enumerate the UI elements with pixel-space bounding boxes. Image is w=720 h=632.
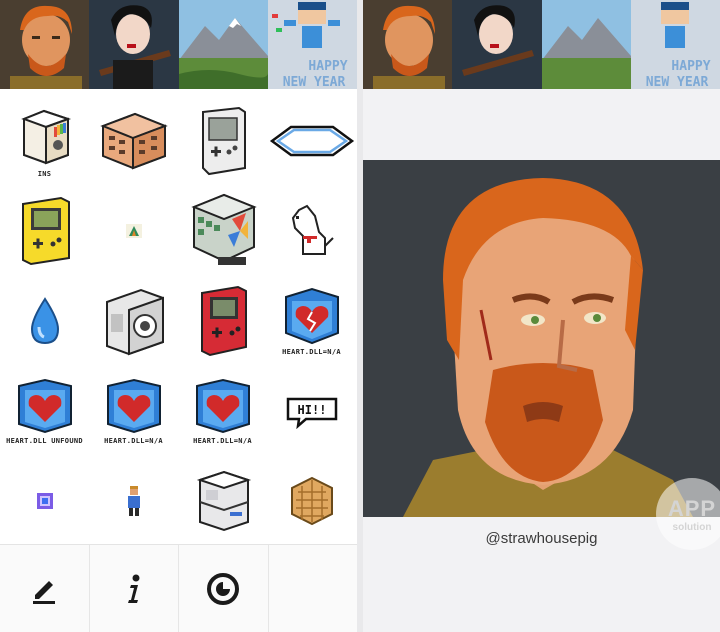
grid-item-yellow-gameboy[interactable]	[0, 186, 89, 276]
thumbnail-happy-new-year[interactable]: HAPPY NEW YEAR	[267, 0, 357, 89]
grid-item-tiny-person[interactable]	[89, 456, 178, 546]
grid-item-caption: HEART.DLL=N/A	[193, 436, 252, 445]
thumbnail-strip: HAPPY NEW YEAR	[363, 0, 720, 89]
thumbnail-redhead[interactable]	[363, 0, 453, 89]
heart-cube-cracked-icon	[284, 287, 339, 344]
white-gameboy-icon	[201, 106, 246, 176]
thumbnail-mountain[interactable]	[178, 0, 268, 89]
timer-icon	[207, 573, 240, 605]
grid-item-building[interactable]	[89, 96, 178, 186]
edit-button[interactable]	[0, 545, 90, 632]
detail-panel: HAPPY NEW YEAR @strawhousepig APP soluti…	[363, 0, 720, 632]
grid-item-tiny-logo[interactable]	[89, 186, 178, 276]
watermark-top: APP	[667, 495, 717, 521]
tiny-logo-icon	[125, 224, 142, 238]
grid-item-glass-building[interactable]	[178, 186, 267, 276]
purple-gem-icon	[36, 493, 53, 509]
grid-item-red-gameboy[interactable]	[178, 276, 267, 366]
glass-building-icon	[190, 193, 257, 265]
grid-item-camera[interactable]	[89, 276, 178, 366]
grid-item-heart-cube-cracked[interactable]: HEART.DLL=N/A	[267, 276, 356, 366]
grid-item-caption: HEART.DLL=N/A	[104, 436, 163, 445]
grid-item-instagram-box[interactable]: INS	[0, 96, 89, 186]
heart-cube-icon	[17, 378, 72, 433]
grid-item-server-box[interactable]	[178, 456, 267, 546]
grid-item-heart-cube-unfound[interactable]: HEART.DLL UNFOUND	[0, 366, 89, 456]
watermark-logo: APP solution	[656, 478, 720, 550]
grid-item-purple-gem[interactable]	[0, 456, 89, 546]
heart-cube-icon	[195, 378, 250, 433]
grid-item-caption: INS	[37, 169, 52, 178]
happy-text: HAPPY	[671, 59, 710, 74]
edit-pencil-icon	[33, 581, 56, 604]
timer-button[interactable]	[179, 545, 269, 632]
grid-item-speech-bubble[interactable]: HI!!	[267, 366, 356, 456]
water-drop-icon	[30, 297, 59, 345]
tiny-person-icon	[127, 486, 140, 516]
toolbar-empty-slot	[269, 545, 358, 632]
grid-item-caption: HEART.DLL UNFOUND	[6, 436, 83, 445]
heart-cube-icon	[106, 378, 161, 433]
bottom-toolbar	[0, 544, 357, 632]
camera-icon	[105, 288, 164, 356]
grid-item-dog[interactable]	[267, 186, 356, 276]
new-year-text: NEW YEAR	[282, 75, 345, 89]
thumbnail-woman[interactable]	[89, 0, 179, 89]
thumbnail-mountain[interactable]	[541, 0, 631, 89]
thumbnail-happy-new-year[interactable]: HAPPY NEW YEAR	[630, 0, 720, 89]
grid-item-heart-cube[interactable]: HEART.DLL=N/A	[178, 366, 267, 456]
building-icon	[99, 112, 168, 170]
watermark-bottom: solution	[672, 521, 712, 533]
thumbnail-redhead[interactable]	[0, 0, 90, 89]
thumbnail-woman[interactable]	[452, 0, 542, 89]
gallery-panel: HAPPY NEW YEAR INS HEART.DLL=N/A HEART.D…	[0, 0, 357, 632]
hexagon-outline-icon	[269, 125, 354, 157]
grid-item-waffle-hexagon[interactable]	[267, 456, 356, 546]
yellow-gameboy-icon	[21, 196, 70, 266]
info-button[interactable]	[90, 545, 179, 632]
speech-bubble-text: HI!!	[297, 403, 326, 417]
new-year-text: NEW YEAR	[645, 75, 708, 89]
redhead-portrait-image	[363, 160, 720, 517]
grid-item-caption: HEART.DLL=N/A	[282, 347, 341, 356]
selected-artwork[interactable]	[363, 160, 720, 517]
grid-item-heart-cube[interactable]: HEART.DLL=N/A	[89, 366, 178, 456]
speech-bubble-icon: HI!!	[286, 397, 337, 429]
waffle-hexagon-icon	[290, 476, 333, 526]
dog-icon	[291, 204, 334, 255]
grid-item-white-gameboy[interactable]	[178, 96, 267, 186]
sticker-grid: INS HEART.DLL=N/A HEART.DLL UNFOUND HEAR…	[0, 96, 357, 544]
instagram-box-icon	[20, 109, 71, 164]
info-icon	[127, 574, 140, 603]
grid-item-hexagon[interactable]	[267, 96, 356, 186]
grid-item-water-drop[interactable]	[0, 276, 89, 366]
happy-text: HAPPY	[308, 59, 347, 74]
thumbnail-strip: HAPPY NEW YEAR	[0, 0, 357, 89]
red-gameboy-icon	[200, 285, 247, 357]
server-box-icon	[196, 470, 251, 532]
